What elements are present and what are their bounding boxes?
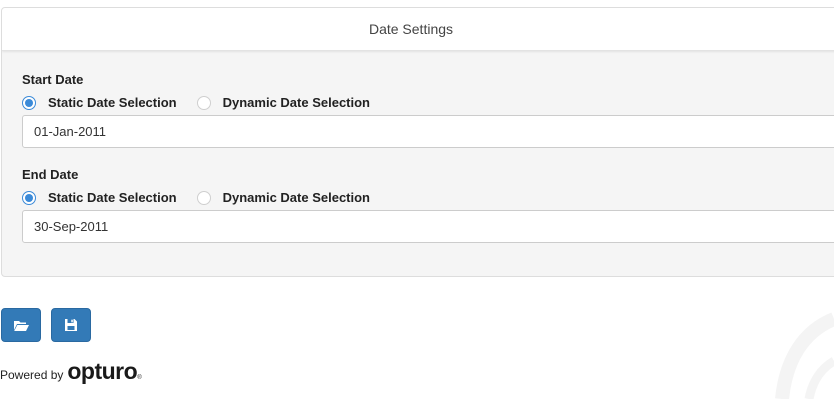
save-icon <box>65 319 77 331</box>
end-date-mode-group: Static Date Selection Dynamic Date Selec… <box>22 190 370 205</box>
end-static-radio[interactable] <box>22 190 36 205</box>
save-button[interactable] <box>51 308 91 342</box>
end-static-label: Static Date Selection <box>48 190 177 205</box>
end-static-option[interactable]: Static Date Selection <box>22 190 177 205</box>
start-date-input[interactable] <box>22 115 834 148</box>
start-static-radio[interactable] <box>22 95 36 110</box>
registered-mark: ® <box>137 375 142 381</box>
open-button[interactable] <box>1 308 41 342</box>
end-dynamic-label: Dynamic Date Selection <box>222 190 370 205</box>
end-dynamic-radio[interactable] <box>196 190 211 205</box>
start-dynamic-label: Dynamic Date Selection <box>222 95 370 110</box>
start-dynamic-option[interactable]: Dynamic Date Selection <box>196 95 370 110</box>
start-static-label: Static Date Selection <box>48 95 177 110</box>
folder-open-icon <box>14 320 29 331</box>
powered-by: Powered by opturo ® <box>0 358 142 385</box>
start-date-mode-group: Static Date Selection Dynamic Date Selec… <box>22 95 370 110</box>
end-dynamic-option[interactable]: Dynamic Date Selection <box>196 190 370 205</box>
end-date-input[interactable] <box>22 210 834 243</box>
opturo-logo: opturo <box>67 358 138 384</box>
start-dynamic-radio[interactable] <box>196 95 211 110</box>
end-date-label: End Date <box>22 167 79 182</box>
start-static-option[interactable]: Static Date Selection <box>22 95 177 110</box>
panel-title: Date Settings <box>2 8 834 51</box>
start-date-label: Start Date <box>22 72 84 87</box>
watermark-logo <box>775 312 834 399</box>
powered-by-text: Powered by <box>0 368 64 382</box>
date-settings-panel: Date Settings Start Date Static Date Sel… <box>1 7 834 277</box>
